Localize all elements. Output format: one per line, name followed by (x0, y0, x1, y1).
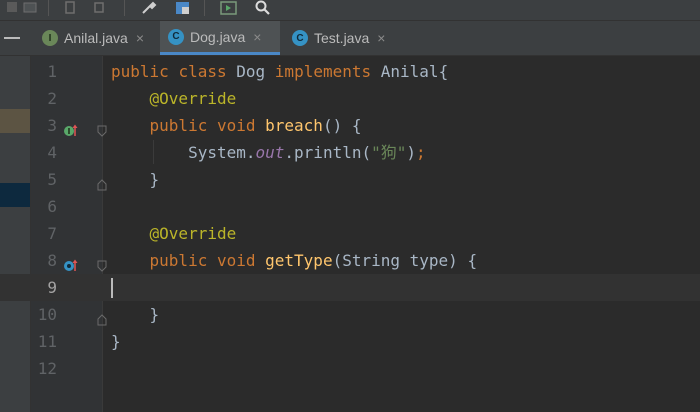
line-number: 7 (47, 224, 57, 243)
fold-icon[interactable] (97, 172, 107, 191)
code-line: 2 @Override (0, 85, 700, 112)
line-number: 6 (47, 197, 57, 216)
line-number: 12 (37, 359, 57, 378)
code-text: } (149, 305, 160, 324)
svg-text:I: I (68, 127, 71, 136)
line-number: 3 (47, 116, 57, 135)
toolbar-separator (124, 0, 125, 16)
code-text: } (111, 332, 121, 351)
fold-icon[interactable] (97, 118, 107, 137)
code-line: 6 (0, 193, 700, 220)
current-code-line[interactable]: 9 (0, 274, 700, 301)
rerun-icon[interactable] (62, 0, 80, 16)
stop-icon[interactable] (4, 0, 22, 16)
code-line: 10 } (0, 301, 700, 328)
code-line: 4 System.out.println("狗"); (0, 139, 700, 166)
implements-method-icon[interactable] (64, 253, 78, 271)
tab-label: Anilal.java (64, 30, 128, 46)
text-caret (111, 278, 113, 298)
code-text: System.out.println("狗"); (188, 143, 426, 162)
line-number: 9 (47, 278, 57, 297)
tab-anilal-java[interactable]: I Anilal.java × (34, 21, 158, 55)
toolbar-separator (204, 0, 205, 16)
code-text: public void getType(String type) { (149, 251, 478, 270)
class-icon: C (168, 28, 184, 45)
project-structure-icon[interactable] (174, 0, 192, 16)
main-toolbar (0, 0, 700, 21)
code-line: 1 public class Dog implements Anilal{ (0, 58, 700, 85)
line-number: 5 (47, 170, 57, 189)
implements-method-icon[interactable]: I (64, 118, 78, 136)
toolbar-separator (48, 0, 49, 16)
collapse-icon[interactable] (4, 37, 20, 39)
code-text: @Override (149, 89, 237, 108)
line-number: 2 (47, 89, 57, 108)
fold-icon[interactable] (97, 253, 107, 272)
tab-test-java[interactable]: C Test.java × (284, 21, 400, 55)
code-line: 5 } (0, 166, 700, 193)
tab-label: Dog.java (190, 28, 246, 45)
code-text: } (149, 170, 160, 189)
code-line: 8 public void getType(String type) { (0, 247, 700, 274)
code-text: public class Dog implements Anilal{ (111, 62, 449, 81)
code-line: 3 I public void breach() { (0, 112, 700, 139)
line-number: 1 (47, 62, 57, 81)
code-line: 11 } (0, 328, 700, 355)
tab-dog-java[interactable]: C Dog.java × (160, 21, 280, 55)
close-icon[interactable]: × (377, 30, 385, 46)
code-line: 7 @Override (0, 220, 700, 247)
run-coverage-icon[interactable] (220, 0, 238, 16)
line-number: 8 (47, 251, 57, 270)
wrench-icon[interactable] (140, 0, 158, 16)
revert-icon[interactable] (90, 0, 108, 16)
tab-label: Test.java (314, 30, 370, 46)
close-icon[interactable]: × (136, 30, 144, 46)
code-text: @Override (149, 224, 237, 243)
line-number: 4 (47, 143, 57, 162)
interface-icon: I (42, 30, 58, 46)
class-icon: C (292, 30, 308, 46)
build-icon[interactable] (22, 0, 40, 16)
line-number: 10 (37, 305, 57, 324)
search-icon[interactable] (254, 0, 272, 16)
line-number: 11 (37, 332, 57, 351)
code-line: 12 (0, 355, 700, 382)
editor-tab-bar: I Anilal.java × C Dog.java × C Test.java… (0, 21, 700, 56)
close-icon[interactable]: × (253, 29, 261, 45)
code-text: public void breach() { (149, 116, 362, 135)
fold-icon[interactable] (97, 307, 107, 326)
